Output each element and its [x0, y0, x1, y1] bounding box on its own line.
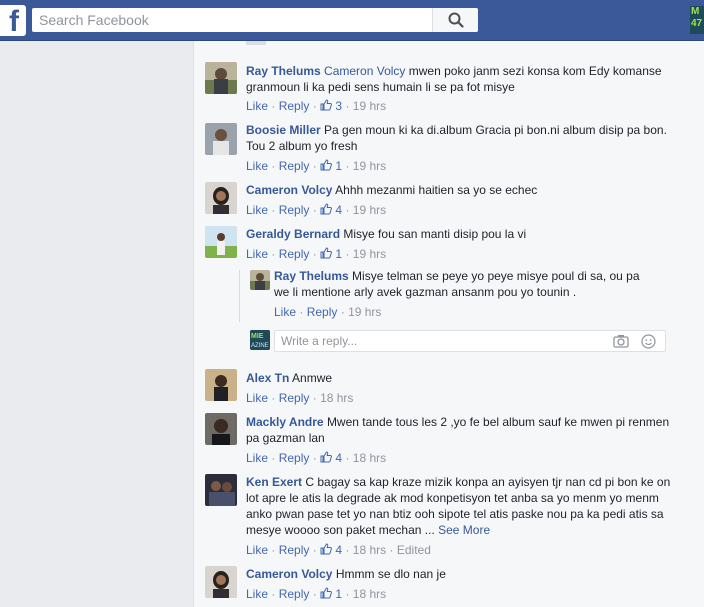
- reply-link[interactable]: Reply: [279, 159, 310, 173]
- comment-text: Ray Thelums Cameron Volcy mwen poko janm…: [246, 64, 662, 94]
- like-link[interactable]: Like: [246, 159, 268, 173]
- comments-panel: Ray Thelums Cameron Volcy mwen poko janm…: [193, 41, 704, 607]
- avatar[interactable]: [205, 413, 237, 445]
- like-link[interactable]: Like: [246, 451, 268, 465]
- avatar[interactable]: [205, 182, 237, 214]
- comment-author[interactable]: Cameron Volcy: [246, 567, 332, 581]
- like-link[interactable]: Like: [246, 247, 268, 261]
- thumbs-up-icon: [320, 247, 332, 259]
- comment-actions: Like · Reply · 3 · 19 hrs: [246, 99, 387, 113]
- reply-link[interactable]: Reply: [279, 451, 310, 465]
- like-count[interactable]: 1: [320, 587, 342, 601]
- reply-link[interactable]: Reply: [279, 203, 310, 217]
- reply-link[interactable]: Reply: [279, 543, 310, 557]
- comment-timestamp[interactable]: 18 hrs: [353, 543, 386, 557]
- comment-author[interactable]: Cameron Volcy: [246, 183, 332, 197]
- like-link[interactable]: Like: [246, 99, 268, 113]
- comment-actions: Like · Reply · 4 · 18 hrs · Edited: [246, 543, 431, 557]
- avatar[interactable]: [205, 226, 237, 258]
- camera-icon[interactable]: [613, 334, 629, 348]
- thumbs-up-icon: [320, 203, 332, 215]
- comment-text: Cameron Volcy Ahhh mezanmi haitien sa yo…: [246, 183, 538, 197]
- thumbs-up-icon: [320, 159, 332, 171]
- comment-author[interactable]: Mackly Andre: [246, 415, 324, 429]
- comment-actions: Like · Reply · 4 · 18 hrs: [246, 451, 387, 465]
- avatar[interactable]: [205, 566, 237, 598]
- thumbs-up-icon: [320, 99, 332, 111]
- reply-text: Ray Thelums Misye telman se peye yo peye…: [274, 269, 640, 299]
- like-link[interactable]: Like: [274, 305, 296, 319]
- like-count[interactable]: 4: [320, 543, 342, 557]
- svg-text:MIE: MIE: [251, 333, 264, 340]
- avatar[interactable]: [205, 62, 237, 94]
- comment-actions: Like · Reply · 1 · 18 hrs: [246, 587, 387, 601]
- search-icon: [448, 12, 464, 28]
- comment-text: Ken Exert C bagay sa kap kraze mizik kon…: [246, 475, 671, 537]
- avatar[interactable]: [205, 369, 237, 401]
- comment-actions: Like · Reply · 18 hrs: [246, 391, 354, 405]
- reply-link[interactable]: Reply: [279, 391, 310, 405]
- reply-link[interactable]: Reply: [279, 247, 310, 261]
- search-input[interactable]: [32, 8, 432, 32]
- like-count[interactable]: 1: [320, 247, 342, 261]
- svg-text:AZINE: AZINE: [251, 343, 269, 349]
- comment-timestamp[interactable]: 18 hrs: [320, 391, 353, 405]
- thumbs-up-icon: [320, 587, 332, 599]
- comment-author[interactable]: Ray Thelums: [246, 64, 321, 78]
- comment-timestamp[interactable]: 19 hrs: [353, 203, 386, 217]
- like-link[interactable]: Like: [246, 391, 268, 405]
- top-navigation-bar: f M47: [0, 0, 704, 41]
- reply-link[interactable]: Reply: [279, 99, 310, 113]
- comment-author[interactable]: Geraldy Bernard: [246, 227, 340, 241]
- reply-link[interactable]: Reply: [307, 305, 338, 319]
- reply-author[interactable]: Ray Thelums: [274, 269, 349, 283]
- avatar[interactable]: [250, 270, 270, 290]
- comment-timestamp[interactable]: 18 hrs: [353, 587, 386, 601]
- comment-actions: Like · Reply · 1 · 19 hrs: [246, 247, 387, 261]
- thumbs-up-icon: [320, 451, 332, 463]
- comment-author[interactable]: Ken Exert: [246, 475, 302, 489]
- reply-actions: Like · Reply · 19 hrs: [274, 305, 382, 319]
- like-link[interactable]: Like: [246, 203, 268, 217]
- search-box: [32, 8, 478, 32]
- reply-input[interactable]: [275, 331, 595, 351]
- like-count[interactable]: 3: [320, 99, 342, 113]
- comment-text: Boosie Miller Pa gen moun ki ka di.album…: [246, 123, 667, 153]
- like-count[interactable]: 1: [320, 159, 342, 173]
- profile-thumbnail[interactable]: M 47: [690, 6, 704, 34]
- facebook-logo[interactable]: f: [0, 5, 26, 37]
- smiley-icon[interactable]: [641, 334, 656, 349]
- avatar[interactable]: MIE AZINE: [250, 330, 270, 350]
- comment-text: Mackly Andre Mwen tande tous les 2 ,yo f…: [246, 415, 670, 445]
- edited-label[interactable]: Edited: [397, 543, 431, 557]
- like-count[interactable]: 4: [320, 203, 342, 217]
- reply-timestamp[interactable]: 19 hrs: [348, 305, 381, 319]
- reply-link[interactable]: Reply: [279, 587, 310, 601]
- comment-timestamp[interactable]: 19 hrs: [353, 159, 386, 173]
- comment-text: Alex Tn Anmwe: [246, 371, 333, 385]
- see-more-link[interactable]: See More: [438, 523, 490, 537]
- mention-link[interactable]: Cameron Volcy: [324, 64, 405, 78]
- reply-thread-line: [239, 270, 240, 322]
- truncated-avatar: [246, 41, 266, 45]
- like-count[interactable]: 4: [320, 451, 342, 465]
- comment-timestamp[interactable]: 19 hrs: [353, 99, 386, 113]
- comment-text: Geraldy Bernard Misye fou san manti disi…: [246, 227, 527, 241]
- search-button[interactable]: [432, 8, 478, 32]
- comment-author[interactable]: Boosie Miller: [246, 123, 321, 137]
- like-link[interactable]: Like: [246, 543, 268, 557]
- avatar[interactable]: [205, 123, 237, 155]
- comment-text: Cameron Volcy Hmmm se dlo nan je: [246, 567, 446, 581]
- reply-box: [274, 330, 666, 352]
- like-link[interactable]: Like: [246, 587, 268, 601]
- comment-timestamp[interactable]: 19 hrs: [353, 247, 386, 261]
- comment-actions: Like · Reply · 4 · 19 hrs: [246, 203, 387, 217]
- comment-actions: Like · Reply · 1 · 19 hrs: [246, 159, 387, 173]
- comment-timestamp[interactable]: 18 hrs: [353, 451, 386, 465]
- thumbs-up-icon: [320, 543, 332, 555]
- comment-author[interactable]: Alex Tn: [246, 371, 289, 385]
- avatar[interactable]: [205, 474, 237, 506]
